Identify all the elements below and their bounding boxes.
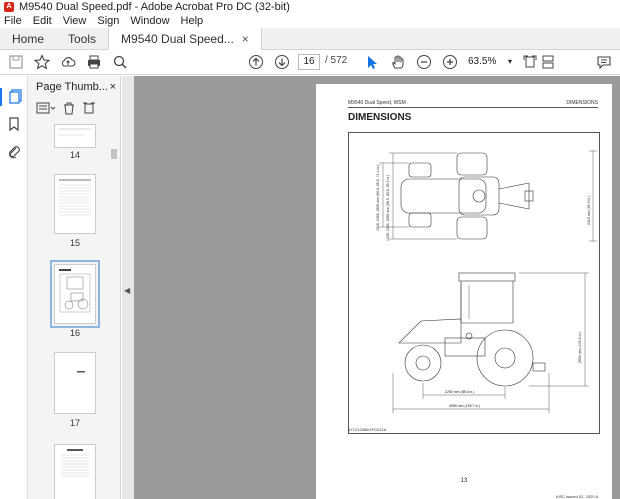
page-count: / 572: [325, 55, 348, 66]
page-fit-icon[interactable]: [522, 54, 538, 70]
page-header-right: DIMENSIONS: [566, 100, 598, 106]
attachment-icon[interactable]: [6, 144, 22, 160]
close-icon[interactable]: ×: [242, 28, 249, 50]
thumbnail-label-14: 14: [69, 150, 80, 160]
tab-document[interactable]: M9540 Dual Speed... ×: [108, 28, 262, 50]
scrollbar-thumb[interactable]: [111, 149, 117, 159]
thumbnail-label-16: 16: [69, 328, 80, 338]
thumbnail-scrollbar[interactable]: [110, 124, 118, 499]
dim-front-tread: 1540, 1665, 1805 mm (60.6, 65.6, 71.1 in…: [376, 165, 380, 231]
dim-width: 2410 mm (94.9 in.): [587, 196, 591, 225]
tab-home[interactable]: Home: [0, 28, 56, 50]
page-number: 13: [460, 478, 468, 484]
next-page-icon[interactable]: [274, 54, 290, 70]
page-thumbnails-panel: Page Thumb... × 14 15 16 17: [28, 76, 121, 499]
figure-id: 9Y1210388GFG021A: [348, 427, 387, 432]
thumbnail-label-15: 15: [69, 238, 80, 248]
menu-sign[interactable]: Sign: [97, 15, 119, 27]
rotate-pages-icon[interactable]: [82, 101, 96, 118]
document-viewer[interactable]: M9540 Dual Speed, WSM DIMENSIONS DIMENSI…: [134, 76, 620, 499]
dim-wheelbase: 2250 mm (88.6 in.): [445, 390, 474, 394]
tractor-top-view: [400, 152, 534, 240]
page-number-input[interactable]: 16: [298, 54, 320, 70]
title-bar: A M9540 Dual Speed.pdf - Adobe Acrobat P…: [0, 0, 620, 14]
dimensions-drawing: 1540, 1665, 1805 mm (60.6, 65.6, 71.1 in…: [348, 132, 600, 434]
menu-help[interactable]: Help: [181, 15, 204, 27]
menu-bar: File Edit View Sign Window Help: [0, 14, 620, 28]
comment-icon[interactable]: [596, 54, 612, 70]
thumbnail-page-14[interactable]: [54, 124, 96, 148]
options-menu-icon[interactable]: [36, 102, 56, 117]
zoom-out-icon[interactable]: [416, 54, 432, 70]
bookmark-icon[interactable]: [6, 116, 22, 132]
chevron-down-icon: ▾: [507, 57, 512, 66]
acrobat-app-icon: A: [4, 2, 14, 12]
thumbnail-page-15[interactable]: [54, 174, 96, 234]
previous-page-icon[interactable]: [248, 54, 264, 70]
search-icon[interactable]: [112, 54, 128, 70]
window-title: M9540 Dual Speed.pdf - Adobe Acrobat Pro…: [19, 1, 290, 13]
hand-tool-icon[interactable]: [390, 54, 406, 70]
main-toolbar: 16 / 572 63.5% ▾: [0, 50, 620, 75]
thumbnail-label-17: 17: [69, 418, 80, 428]
zoom-level-value: 63.5%: [468, 56, 497, 67]
header-rule: [348, 107, 598, 108]
panel-header: Page Thumb... ×: [28, 76, 120, 98]
select-cursor-icon[interactable]: [364, 54, 380, 70]
tab-bar: Home Tools M9540 Dual Speed... ×: [0, 28, 620, 50]
dim-rear-tread: 1435, 1545, 1655 mm (56.5, 60.8, 65.2 in…: [386, 175, 390, 241]
dim-length: 3955 mm (155.7 in.): [449, 404, 480, 408]
thumbnail-page-18[interactable]: [54, 444, 96, 499]
menu-view[interactable]: View: [63, 15, 87, 27]
zoom-level-select[interactable]: 63.5% ▾: [466, 54, 514, 70]
panel-toolbar: [28, 98, 120, 120]
tab-tools[interactable]: Tools: [56, 28, 108, 50]
close-panel-icon[interactable]: ×: [110, 81, 116, 93]
navigation-rail: [0, 76, 28, 499]
page-thumbnails-icon[interactable]: [0, 88, 28, 106]
pdf-page: M9540 Dual Speed, WSM DIMENSIONS DIMENSI…: [316, 84, 612, 499]
delete-icon[interactable]: [62, 101, 76, 118]
print-icon[interactable]: [86, 54, 102, 70]
page-footer: KiSC issued 02, 2020 A: [555, 494, 598, 499]
menu-edit[interactable]: Edit: [33, 15, 52, 27]
page-header-left: M9540 Dual Speed, WSM: [348, 100, 406, 106]
save-icon[interactable]: [8, 54, 24, 70]
thumbnail-page-17[interactable]: [54, 352, 96, 414]
zoom-in-icon[interactable]: [442, 54, 458, 70]
tractor-side-view: [398, 272, 546, 387]
tab-document-label: M9540 Dual Speed...: [121, 32, 234, 46]
panel-title: Page Thumb...: [36, 81, 108, 93]
page-title: DIMENSIONS: [348, 112, 412, 123]
dim-height: 2650 mm (104.3 in.): [578, 332, 582, 363]
thumbnail-page-16[interactable]: [50, 260, 100, 328]
menu-file[interactable]: File: [4, 15, 22, 27]
scroll-mode-icon[interactable]: [540, 54, 556, 70]
menu-window[interactable]: Window: [130, 15, 169, 27]
star-icon[interactable]: [34, 54, 50, 70]
cloud-upload-icon[interactable]: [60, 54, 76, 70]
collapse-panel-handle[interactable]: ◀: [122, 76, 134, 499]
chevron-left-icon: ◀: [124, 286, 131, 295]
